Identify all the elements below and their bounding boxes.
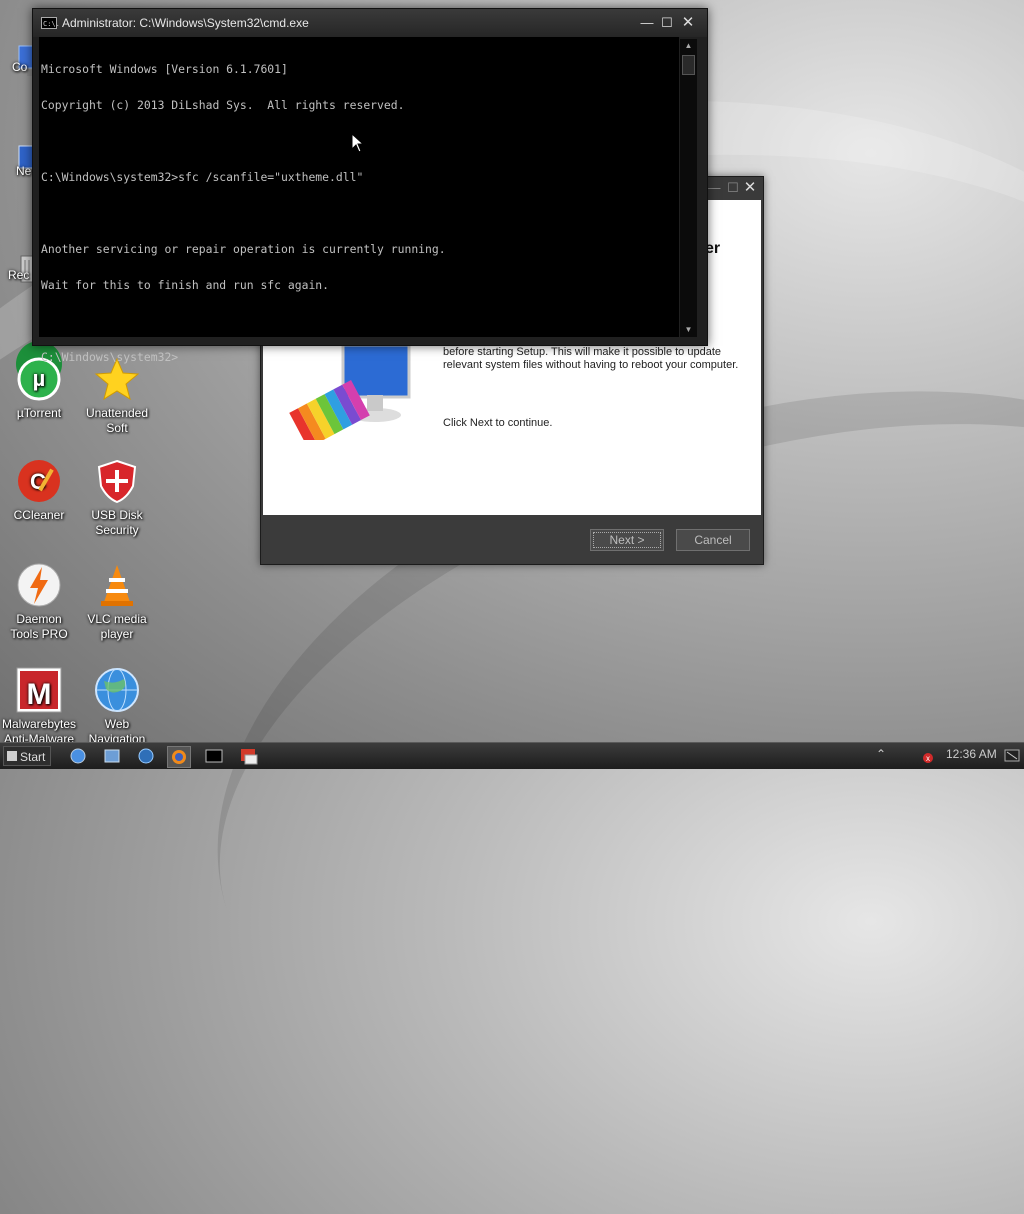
desktop-icon-label: Co	[12, 60, 28, 74]
scroll-down-arrow-icon[interactable]: ▼	[680, 323, 697, 337]
tray-show-hidden-icon[interactable]: ⌃	[876, 747, 886, 761]
scroll-up-arrow-icon[interactable]: ▲	[680, 39, 697, 53]
console-line: Wait for this to finish and run sfc agai…	[41, 278, 330, 292]
desktop-icon-vlc[interactable]: VLC media player	[78, 532, 156, 642]
daemon-tools-icon	[16, 547, 62, 607]
close-button[interactable]: ✕	[679, 15, 697, 31]
next-button[interactable]: Next >	[590, 529, 664, 551]
cmd-window[interactable]: C:\. Administrator: C:\Windows\System32\…	[32, 8, 708, 363]
setup-continue-text: Click Next to continue.	[443, 417, 553, 429]
taskbar: Start ⌃ x 12:36 AM	[0, 742, 1024, 769]
svg-text:M: M	[27, 678, 52, 711]
taskbar-firefox-icon[interactable]	[167, 746, 191, 768]
cmd-app-icon: C:\.	[41, 17, 60, 29]
taskbar-browser-icon[interactable]	[135, 746, 157, 766]
desktop-icon-daemon-tools[interactable]: Daemon Tools PRO	[0, 532, 78, 642]
vertical-scrollbar[interactable]: ▲ ▼	[680, 39, 697, 337]
shield-icon	[94, 443, 140, 504]
desktop-icon-label: µTorrent	[16, 406, 62, 420]
scroll-thumb[interactable]	[682, 55, 695, 75]
taskbar-explorer-icon[interactable]	[101, 746, 123, 766]
start-label: Start	[20, 750, 46, 764]
minimize-button[interactable]: —	[638, 15, 656, 31]
ccleaner-icon: C	[16, 443, 62, 502]
clock[interactable]: 12:36 AM	[946, 747, 997, 761]
svg-text:x: x	[926, 754, 930, 763]
desktop-icon-ccleaner[interactable]: C CCleaner	[0, 428, 78, 523]
cmd-title-bar[interactable]: C:\. Administrator: C:\Windows\System32\…	[33, 9, 707, 37]
taskbar-cmd-icon[interactable]	[203, 746, 225, 766]
cancel-button[interactable]: Cancel	[676, 529, 750, 551]
maximize-button[interactable]: ☐	[658, 15, 676, 31]
tray-network-icon[interactable]	[1003, 747, 1024, 767]
desktop-icon-usb-disk-security[interactable]: USB Disk Security	[78, 428, 156, 538]
cmd-title: Administrator: C:\Windows\System32\cmd.e…	[62, 16, 309, 30]
start-icon	[7, 751, 17, 761]
console-line: Microsoft Windows [Version 6.1.7601]	[41, 62, 288, 76]
desktop-icon-label: Rec	[8, 268, 30, 282]
desktop-icon-label: CCleaner	[13, 508, 65, 522]
tray-alert-icon[interactable]: x	[920, 748, 942, 768]
desktop-icon-web-navigation[interactable]: Web Navigation	[78, 637, 156, 747]
console-output[interactable]: Microsoft Windows [Version 6.1.7601] Cop…	[39, 37, 679, 363]
globe-icon	[94, 652, 140, 712]
malwarebytes-icon: M	[16, 652, 62, 713]
taskbar-setup-icon[interactable]	[237, 746, 259, 766]
console-line: Another servicing or repair operation is…	[41, 242, 446, 256]
desktop-icon-malwarebytes[interactable]: M Malwarebytes Anti-Malware	[0, 637, 78, 747]
setup-footer: Next > Cancel	[263, 515, 761, 563]
desktop-icon-label: Ne	[16, 164, 32, 178]
console-prompt: C:\Windows\system32>	[41, 350, 179, 364]
console-line: Copyright (c) 2013 DiLshad Sys. All righ…	[41, 98, 405, 112]
console-line: C:\Windows\system32>sfc /scanfile="uxthe…	[41, 170, 364, 184]
close-button[interactable]: ✕	[741, 180, 759, 196]
vlc-cone-icon	[94, 547, 140, 606]
taskbar-ie-icon[interactable]	[67, 746, 89, 766]
maximize-button[interactable]: ☐	[724, 180, 742, 196]
start-button[interactable]: Start	[3, 746, 51, 766]
